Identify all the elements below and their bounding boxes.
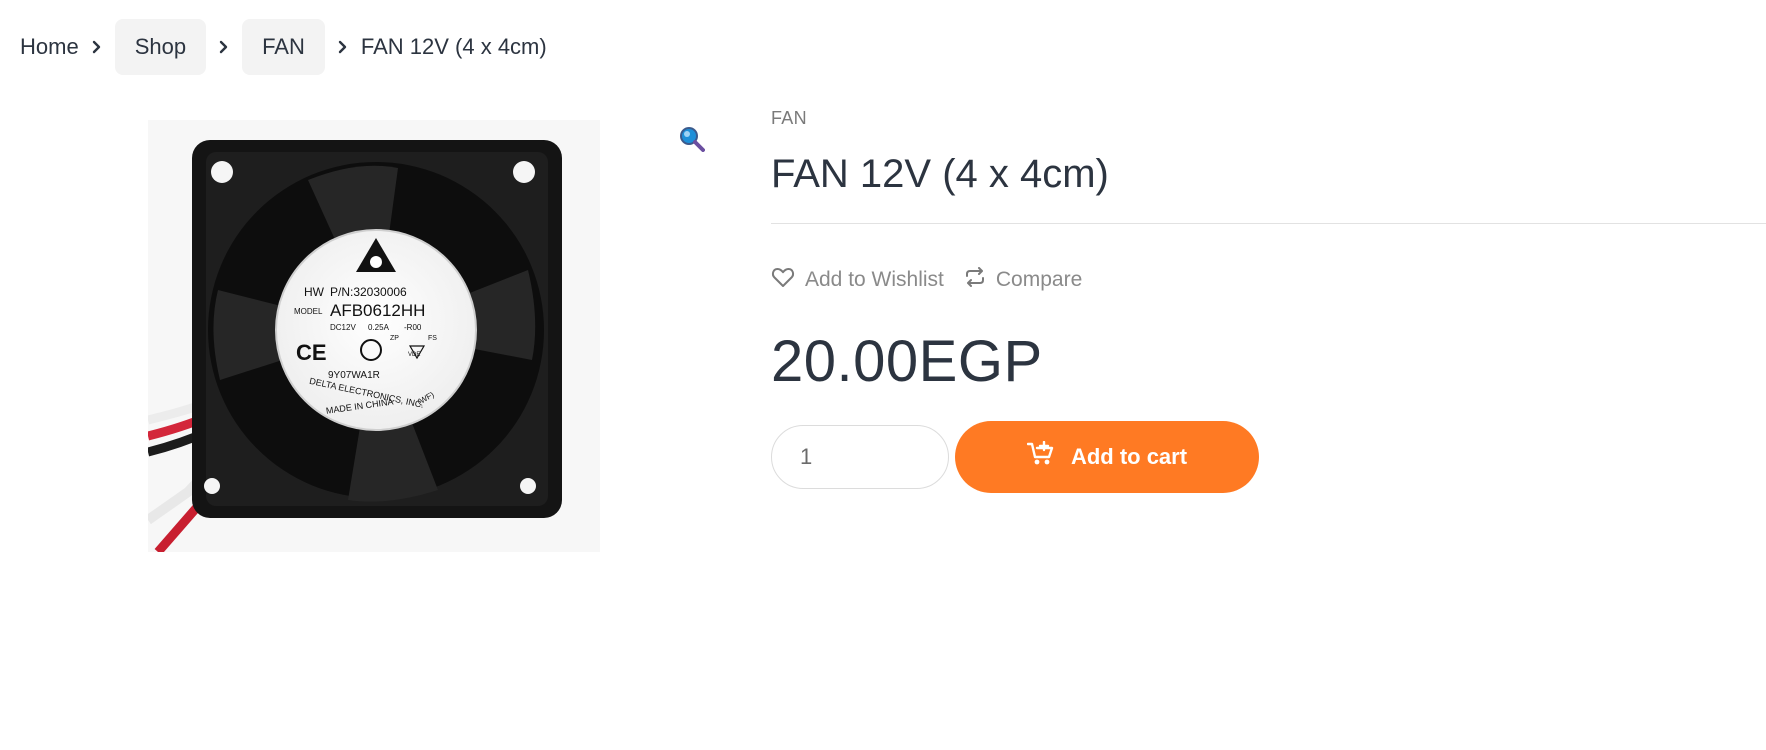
product-image[interactable]: HW P/N:32030006 MODEL AFB0612HH DC12V 0.… xyxy=(145,120,600,555)
svg-text:9Y07WA1R: 9Y07WA1R xyxy=(328,370,380,381)
breadcrumb-current: FAN 12V (4 x 4cm) xyxy=(360,34,547,59)
add-to-cart-label: Add to cart xyxy=(1070,444,1188,469)
svg-text:FS: FS xyxy=(428,335,437,342)
compare-label: Compare xyxy=(995,268,1083,291)
chevron-right-icon xyxy=(79,38,115,56)
product-summary: FAN FAN 12V (4 x 4cm) Add to Wishlist Co… xyxy=(771,108,1766,493)
divider xyxy=(771,223,1766,224)
svg-text:ZP: ZP xyxy=(390,335,399,342)
svg-text:AFB0612HH: AFB0612HH xyxy=(330,301,425,320)
cart-plus-icon xyxy=(1026,440,1055,473)
product-actions: Add to Wishlist Compare xyxy=(771,266,1766,294)
breadcrumb-home[interactable]: Home xyxy=(20,19,79,75)
product-category-link[interactable]: FAN xyxy=(771,108,807,129)
product-title: FAN 12V (4 x 4cm) xyxy=(771,152,1109,196)
magnifier-icon[interactable] xyxy=(679,126,705,152)
product-price: 20.00EGP xyxy=(771,329,1043,394)
chevron-right-icon xyxy=(325,38,361,56)
quantity-input[interactable] xyxy=(771,425,949,489)
heart-icon xyxy=(771,266,795,294)
breadcrumb: Home Shop FAN FAN 12V (4 x 4cm) xyxy=(20,19,547,75)
svg-text:MODEL: MODEL xyxy=(294,307,323,316)
compare-arrows-icon xyxy=(964,267,986,293)
svg-text:0.25A: 0.25A xyxy=(368,323,390,332)
svg-text:DC12V: DC12V xyxy=(330,323,356,332)
wishlist-label: Add to Wishlist xyxy=(805,268,944,291)
chevron-right-icon xyxy=(206,38,242,56)
breadcrumb-shop[interactable]: Shop xyxy=(114,19,207,75)
add-to-cart-button[interactable]: Add to cart xyxy=(955,421,1259,493)
breadcrumb-category[interactable]: FAN xyxy=(242,19,325,75)
fan-photo: HW P/N:32030006 MODEL AFB0612HH DC12V 0.… xyxy=(145,120,600,555)
svg-text:-R00: -R00 xyxy=(404,323,422,332)
add-to-cart-form: Add to cart xyxy=(771,421,1766,493)
product-page: Home Shop FAN FAN 12V (4 x 4cm) HW P/N:3… xyxy=(0,0,1766,750)
svg-text:CE: CE xyxy=(296,340,327,365)
compare-button[interactable]: Compare xyxy=(964,267,1082,293)
svg-text:P/N:32030006: P/N:32030006 xyxy=(330,285,407,299)
add-to-wishlist-button[interactable]: Add to Wishlist xyxy=(771,266,944,294)
svg-text:HW: HW xyxy=(304,285,325,299)
